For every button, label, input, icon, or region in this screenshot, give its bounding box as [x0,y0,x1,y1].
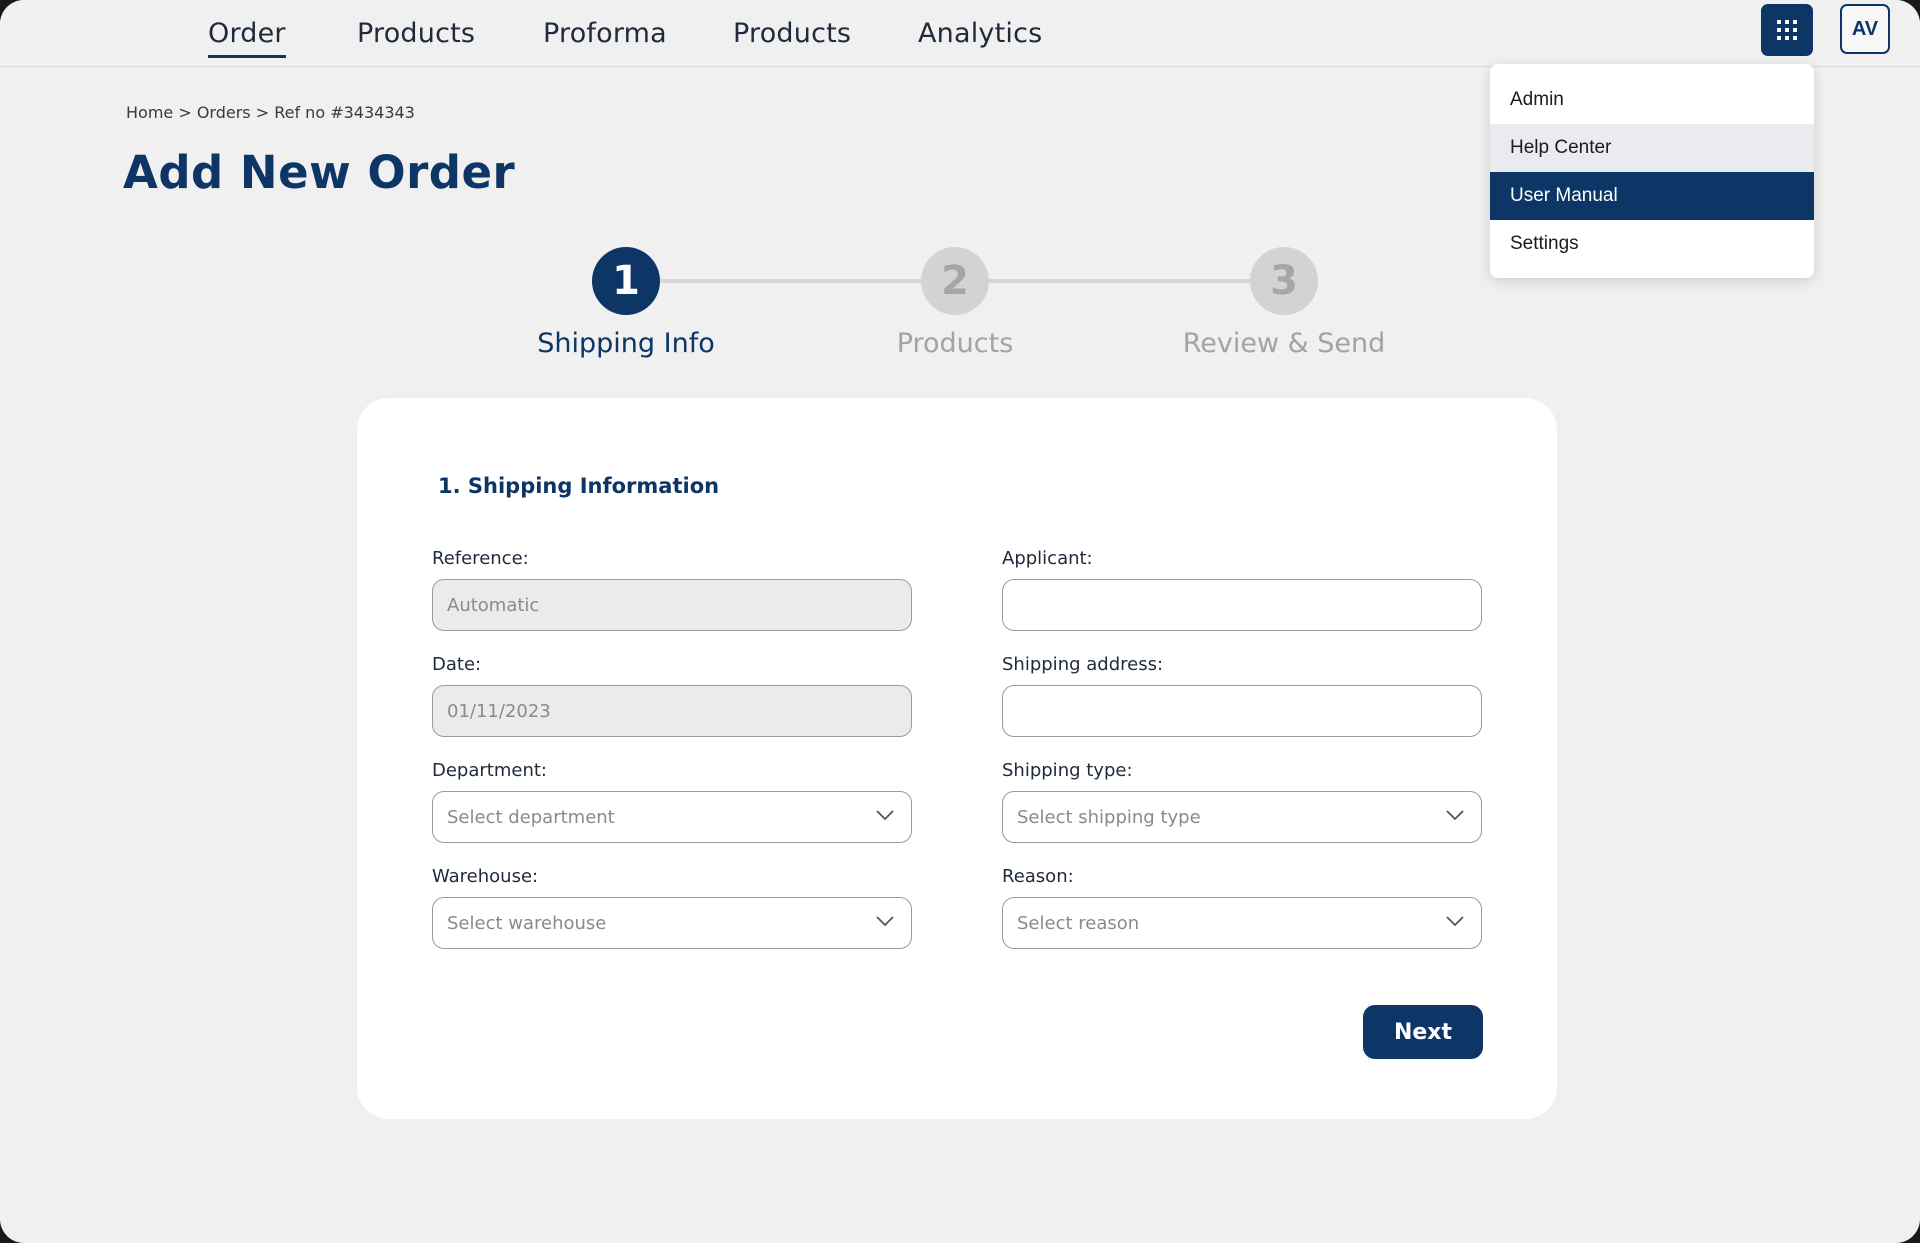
step-2-circle: 2 [921,247,989,315]
chevron-down-icon [1446,916,1464,927]
nav-item-analytics[interactable]: Analytics [918,18,1042,49]
applicant-input[interactable] [1002,579,1482,631]
step-2-label: Products [896,328,1014,359]
top-nav: Order Products Proforma Products Analyti… [0,0,1920,67]
reason-label: Reason: [1002,866,1074,887]
next-button[interactable]: Next [1363,1005,1483,1059]
shipping-type-label: Shipping type: [1002,760,1133,781]
apps-dropdown-menu: Admin Help Center User Manual Settings [1490,64,1814,278]
reference-label: Reference: [432,548,529,569]
grid-icon [1777,20,1797,40]
reference-value: Automatic [447,594,540,616]
shipping-form-card: 1. Shipping Information Reference: Autom… [357,398,1557,1119]
menu-item-user-manual[interactable]: User Manual [1490,172,1814,220]
applicant-label: Applicant: [1002,548,1093,569]
step-connector [660,279,925,283]
shipping-type-placeholder: Select shipping type [1017,806,1201,828]
step-connector [989,279,1251,283]
step-3-circle: 3 [1250,247,1318,315]
nav-item-proforma[interactable]: Proforma [543,18,667,49]
reference-field: Automatic [432,579,912,631]
warehouse-placeholder: Select warehouse [447,912,607,934]
reason-select[interactable]: Select reason [1002,897,1482,949]
date-field: 01/11/2023 [432,685,912,737]
apps-button[interactable] [1761,4,1813,56]
nav-item-order[interactable]: Order [208,18,286,58]
chevron-down-icon [876,810,894,821]
step-1-circle: 1 [592,247,660,315]
date-value: 01/11/2023 [447,700,551,722]
app-frame: Order Products Proforma Products Analyti… [0,0,1920,1243]
page-title: Add New Order [123,146,516,199]
reason-placeholder: Select reason [1017,912,1140,934]
chevron-down-icon [876,916,894,927]
breadcrumb: Home > Orders > Ref no #3434343 [126,103,415,122]
department-label: Department: [432,760,547,781]
department-select[interactable]: Select department [432,791,912,843]
shipping-type-select[interactable]: Select shipping type [1002,791,1482,843]
menu-item-admin[interactable]: Admin [1490,76,1814,124]
shipping-address-input[interactable] [1002,685,1482,737]
section-title: 1. Shipping Information [438,474,720,498]
department-placeholder: Select department [447,806,615,828]
date-label: Date: [432,654,482,675]
step-3-label: Review & Send [1182,328,1386,359]
step-1-label: Shipping Info [537,328,715,359]
chevron-down-icon [1446,810,1464,821]
warehouse-label: Warehouse: [432,866,539,887]
menu-item-help-center[interactable]: Help Center [1490,124,1814,172]
avatar-button[interactable]: AV [1840,4,1890,54]
shipping-address-label: Shipping address: [1002,654,1164,675]
nav-item-products-2[interactable]: Products [733,18,851,49]
menu-item-settings[interactable]: Settings [1490,220,1814,268]
nav-item-products[interactable]: Products [357,18,475,49]
warehouse-select[interactable]: Select warehouse [432,897,912,949]
